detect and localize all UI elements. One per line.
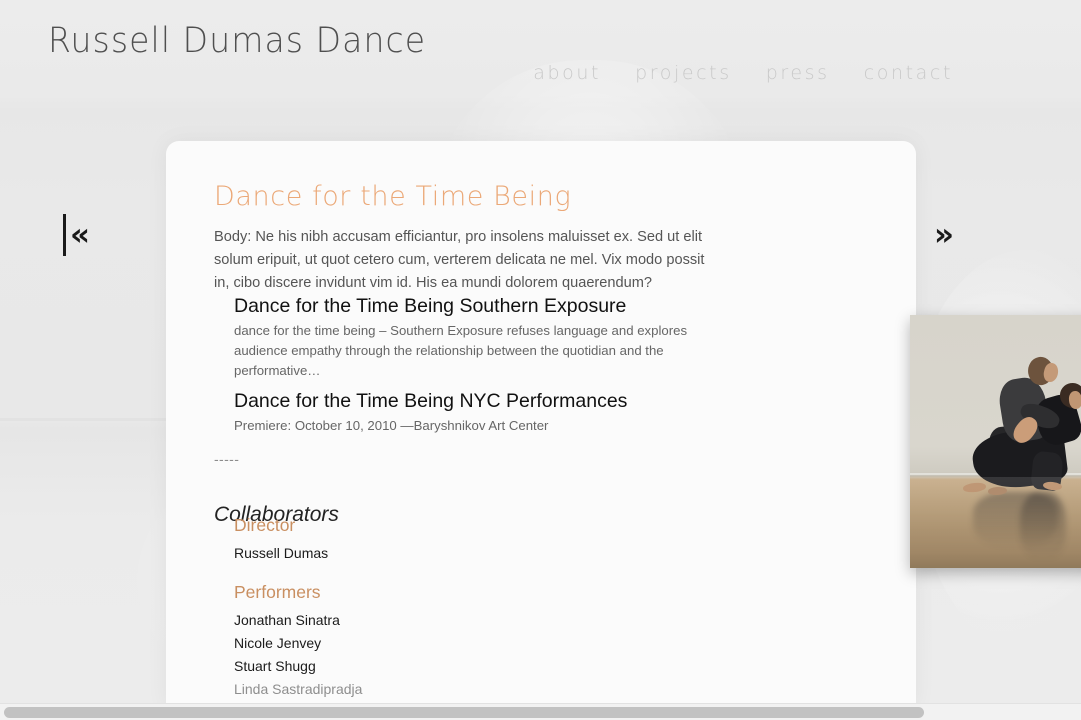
nav-item-projects[interactable]: projects xyxy=(635,60,732,86)
horizontal-scrollbar-thumb[interactable] xyxy=(4,707,924,718)
collaborator-role-label: Performers xyxy=(234,582,321,602)
content-panel: Dance for the Time Being Body: Ne his ni… xyxy=(166,141,916,707)
nav-item-about[interactable]: about xyxy=(533,60,601,86)
entry-title[interactable]: Dance for the Time Being NYC Performance… xyxy=(234,388,704,414)
pager-start-bar-icon xyxy=(63,214,66,256)
site-title: Russell Dumas Dance xyxy=(48,19,427,61)
entry-title[interactable]: Dance for the Time Being Southern Exposu… xyxy=(234,293,704,319)
collaborator-group: Director Russell Dumas xyxy=(234,513,654,565)
collaborator-role-label: Director xyxy=(234,515,296,535)
site-header: Russell Dumas Dance about projects press… xyxy=(0,0,1081,110)
dancer-female-face xyxy=(1068,390,1081,410)
feature-photo[interactable] xyxy=(910,315,1081,568)
nav-item-contact[interactable]: contact xyxy=(864,60,953,86)
dancer-foot xyxy=(962,482,987,494)
article-title: Dance for the Time Being xyxy=(214,181,572,213)
section-divider: ----- xyxy=(214,451,240,467)
collaborator-name: Stuart Shugg xyxy=(234,658,316,674)
next-project-button[interactable]: » xyxy=(934,214,954,256)
entry-description: Premiere: October 10, 2010 —Baryshnikov … xyxy=(234,418,549,433)
collaborator-group: Performers Jonathan Sinatra Nicole Jenve… xyxy=(234,580,654,707)
photo-reflection xyxy=(1019,492,1067,561)
collaborator-name: Nicole Jenvey xyxy=(234,635,322,651)
article-entry[interactable]: Dance for the Time Being NYC Performance… xyxy=(234,388,704,436)
previous-project-button[interactable]: « xyxy=(63,214,90,256)
entry-description: dance for the time being – Southern Expo… xyxy=(234,323,688,378)
chevron-double-left-icon: « xyxy=(70,217,91,253)
collaborator-name: Jonathan Sinatra xyxy=(234,612,340,628)
article-body-text: Body: Ne his nibh accusam efficiantur, p… xyxy=(214,228,705,291)
nav-item-press[interactable]: press xyxy=(766,60,830,86)
main-navigation: about projects press contact xyxy=(533,60,953,86)
chevron-double-right-icon: » xyxy=(934,217,955,253)
article-entry[interactable]: Dance for the Time Being Southern Exposu… xyxy=(234,293,704,381)
collaborator-name: Russell Dumas xyxy=(234,545,329,561)
horizontal-scrollbar[interactable] xyxy=(0,703,1081,720)
photo-canvas xyxy=(910,315,1081,568)
collaborator-name: Linda Sastradipradja xyxy=(234,681,363,697)
